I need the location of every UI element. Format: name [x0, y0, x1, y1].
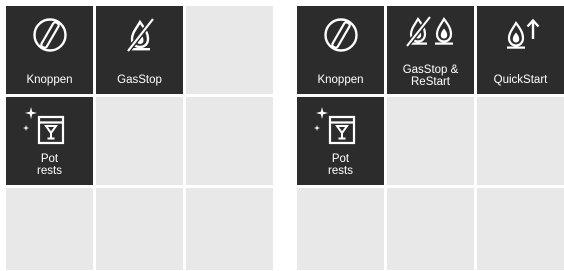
tile-label: Knoppen: [317, 74, 364, 86]
empty-tile: [96, 188, 183, 270]
quick-start-icon: [477, 14, 564, 56]
pot-rests-icon: [297, 105, 384, 147]
tile-label: GasStop & ReStart: [402, 64, 459, 88]
feature-tile-knoppen[interactable]: Knoppen: [6, 6, 93, 94]
feature-tile-pot-rests[interactable]: Pot rests: [6, 97, 93, 185]
empty-tile: [477, 97, 564, 185]
empty-tile: [6, 188, 93, 270]
empty-tile: [477, 188, 564, 270]
tile-label: Knoppen: [26, 74, 73, 86]
pot-rests-icon: [6, 105, 93, 147]
right-feature-grid: Knoppen GasStop & ReStart QuickStart Pot…: [297, 6, 564, 270]
empty-tile: [186, 188, 273, 270]
tile-label: Pot rests: [37, 153, 62, 177]
feature-tile-quickstart[interactable]: QuickStart: [477, 6, 564, 94]
left-feature-grid: Knoppen GasStop Pot rests: [6, 6, 273, 270]
feature-tile-knoppen[interactable]: Knoppen: [297, 6, 384, 94]
tile-label: QuickStart: [493, 74, 548, 86]
knob-icon: [297, 14, 384, 56]
tile-label: GasStop: [117, 74, 162, 86]
empty-tile: [186, 6, 273, 94]
empty-tile: [186, 97, 273, 185]
empty-tile: [297, 188, 384, 270]
knob-icon: [6, 14, 93, 56]
feature-tile-gasstop[interactable]: GasStop: [96, 6, 183, 94]
empty-tile: [96, 97, 183, 185]
feature-tile-gasstop-restart[interactable]: GasStop & ReStart: [387, 6, 474, 94]
gas-stop-icon: [96, 14, 183, 56]
gas-stop-restart-icon: [387, 10, 474, 52]
feature-tile-pot-rests[interactable]: Pot rests: [297, 97, 384, 185]
empty-tile: [387, 97, 474, 185]
tile-label: Pot rests: [328, 153, 353, 177]
empty-tile: [387, 188, 474, 270]
